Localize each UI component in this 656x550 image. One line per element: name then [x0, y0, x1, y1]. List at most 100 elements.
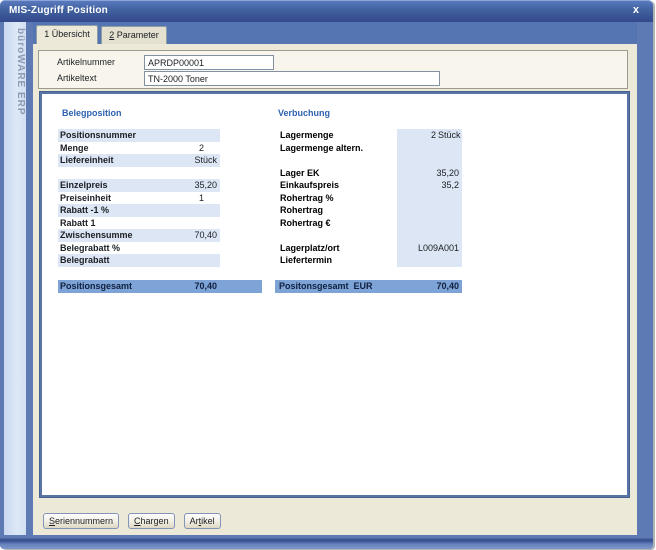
- artikelnummer-label: Artikelnummer: [57, 57, 115, 67]
- row-value: 2: [168, 142, 220, 155]
- row-value: [168, 242, 220, 255]
- value-row: 35,20: [397, 167, 462, 180]
- row-value: [168, 254, 220, 267]
- row-label: Belegrabatt: [58, 254, 168, 267]
- row-label: Rohertrag %: [278, 193, 334, 203]
- row-value: [397, 217, 462, 230]
- artikeltext-label: Artikeltext: [57, 73, 97, 83]
- table-row: Lager EK: [278, 167, 396, 180]
- row-value: 1: [168, 192, 220, 205]
- positionsgesamt-row: Positionsgesamt 70,40: [58, 280, 262, 293]
- table-row: Preiseinheit1: [58, 192, 220, 205]
- value-row: [397, 142, 462, 155]
- table-row: Belegrabatt: [58, 254, 220, 267]
- total-label: Positonsgesamt EUR: [275, 280, 410, 293]
- table-row: Lagermenge altern.: [278, 142, 396, 155]
- close-icon[interactable]: x: [633, 2, 639, 18]
- seriennummern-button[interactable]: Seriennummern: [43, 513, 119, 529]
- mis-window: MIS-Zugriff Position x büroWARE ERP 1 Üb…: [0, 0, 653, 549]
- value-row: [397, 217, 462, 230]
- row-label: Lager EK: [278, 168, 320, 178]
- row-label: Zwischensumme: [58, 229, 168, 242]
- total-value: 70,40: [194, 280, 262, 293]
- row-value: [168, 167, 220, 180]
- tab-parameter[interactable]: 2 Parameter: [101, 26, 167, 44]
- position-detail-panel: Belegposition Verbuchung Positionsnummer…: [40, 92, 629, 497]
- verbuchung-labels: Lagermenge Lagermenge altern. Lager EK E…: [278, 129, 396, 267]
- window-bottom-frame: [0, 535, 653, 549]
- row-label: Preiseinheit: [58, 192, 168, 205]
- table-row: [278, 154, 396, 167]
- positonsgesamt-eur-row: Positonsgesamt EUR 70,40: [275, 280, 462, 293]
- row-label: Lagermenge: [278, 130, 334, 140]
- brand-label: büroWARE ERP: [4, 28, 26, 116]
- row-label: Rohertrag: [278, 205, 323, 215]
- row-value: [397, 142, 462, 155]
- row-label: Liefertermin: [278, 255, 332, 265]
- row-value: 2: [397, 129, 438, 142]
- table-row: Rabatt -1 %: [58, 204, 220, 217]
- value-row: [397, 254, 462, 267]
- verbuchung-header: Verbuchung: [278, 108, 330, 118]
- content-area: 1 Übersicht 2 Parameter Artikelnummer Ar…: [33, 22, 637, 535]
- row-value: [397, 204, 462, 217]
- row-label: Rabatt 1: [58, 217, 168, 230]
- row-label: [278, 230, 280, 240]
- brand-sidebar: büroWARE ERP: [4, 22, 26, 535]
- tab-uebersicht[interactable]: 1 Übersicht: [36, 25, 98, 44]
- row-label: Lagerplatz/ort: [278, 243, 340, 253]
- verbuchung-values: 2Stück 35,20 35,2 L009A001: [397, 129, 462, 267]
- artikelnummer-input[interactable]: [144, 55, 274, 70]
- button-row: Seriennummern Chargen Artikel: [43, 513, 221, 529]
- tab-strip: 1 Übersicht 2 Parameter: [33, 22, 637, 44]
- row-value: 35,2: [397, 179, 462, 192]
- belegposition-header: Belegposition: [62, 108, 122, 118]
- row-label: [58, 167, 168, 180]
- value-row: [397, 154, 462, 167]
- row-label: Einkaufspreis: [278, 180, 339, 190]
- row-label: Belegrabatt %: [58, 242, 168, 255]
- table-row: Rohertrag €: [278, 217, 396, 230]
- total-label: Positionsgesamt: [58, 280, 194, 293]
- row-label: Rabatt -1 %: [58, 204, 168, 217]
- tab-uebersicht-label: 1 Übersicht: [44, 29, 90, 39]
- row-value: [397, 154, 462, 167]
- article-header-panel: Artikelnummer Artikeltext: [38, 50, 628, 89]
- table-row: [58, 167, 220, 180]
- table-row: Lagermenge: [278, 129, 396, 142]
- table-row: Liefertermin: [278, 254, 396, 267]
- row-value: [397, 254, 462, 267]
- row-value: Stück: [168, 154, 220, 167]
- tab-parameter-label: Parameter: [114, 30, 159, 40]
- window-title: MIS-Zugriff Position: [9, 0, 108, 22]
- row-label: Lagermenge altern.: [278, 143, 363, 153]
- table-row: Belegrabatt %: [58, 242, 220, 255]
- table-row: Einzelpreis35,20: [58, 179, 220, 192]
- row-label: Rohertrag €: [278, 218, 331, 228]
- row-label: Positionsnummer: [58, 129, 168, 142]
- table-row: [278, 229, 396, 242]
- row-label: Menge: [58, 142, 168, 155]
- value-row: [397, 204, 462, 217]
- table-row: Menge2: [58, 142, 220, 155]
- belegposition-grid: Positionsnummer Menge2 LiefereinheitStüc…: [58, 129, 220, 267]
- table-row: Rabatt 1: [58, 217, 220, 230]
- table-row: LiefereinheitStück: [58, 154, 220, 167]
- row-label: [278, 155, 280, 165]
- value-row: L009A001: [397, 242, 462, 255]
- row-value: L009A001: [397, 242, 462, 255]
- value-row: 35,2: [397, 179, 462, 192]
- table-row: Rohertrag %: [278, 192, 396, 205]
- table-row: Positionsnummer: [58, 129, 220, 142]
- row-label: Einzelpreis: [58, 179, 168, 192]
- row-value: 70,40: [168, 229, 220, 242]
- chargen-button[interactable]: Chargen: [128, 513, 175, 529]
- artikel-button[interactable]: Artikel: [184, 513, 221, 529]
- titlebar: MIS-Zugriff Position x: [0, 0, 653, 22]
- row-value: [168, 129, 220, 142]
- row-value: [397, 229, 462, 242]
- row-value: [397, 192, 462, 205]
- artikeltext-input[interactable]: [144, 71, 440, 86]
- value-row: [397, 229, 462, 242]
- value-row: 2Stück: [397, 129, 462, 142]
